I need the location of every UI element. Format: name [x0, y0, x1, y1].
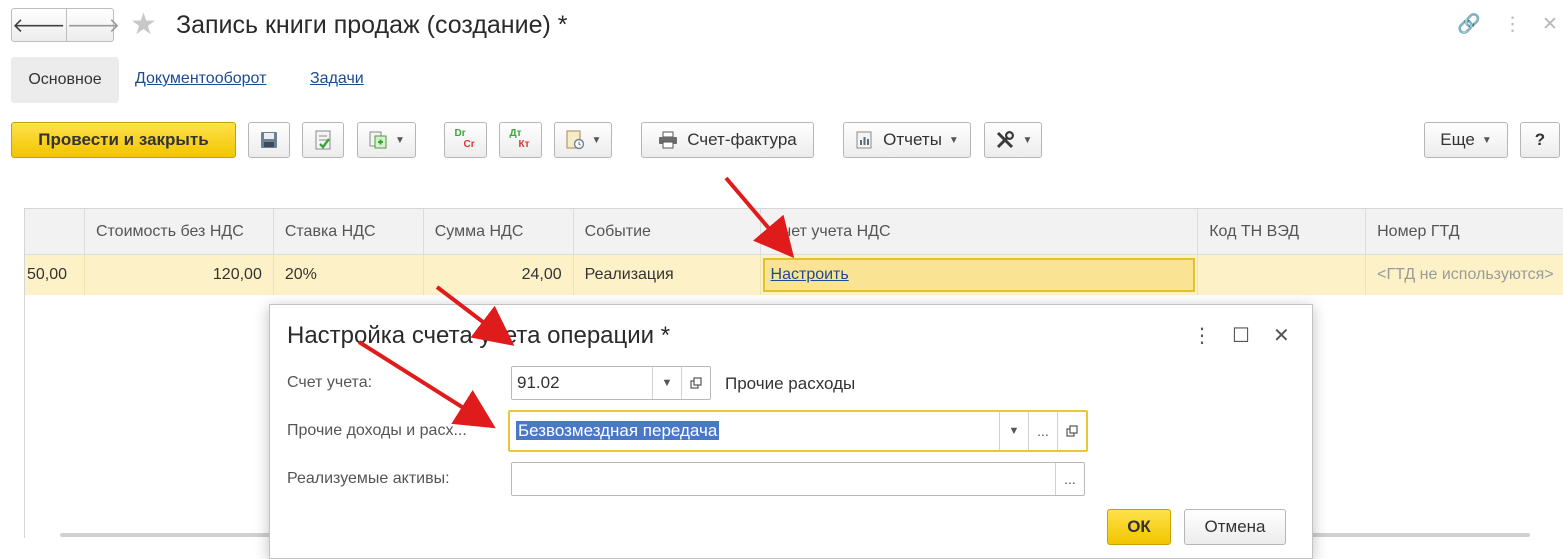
- dr-cr-button[interactable]: Dr Cr: [444, 122, 487, 158]
- cell-event[interactable]: Реализация: [574, 255, 761, 295]
- create-based-on-button[interactable]: ▼: [357, 122, 416, 158]
- other-income-field[interactable]: Безвозмездная передача ▼ ...: [508, 410, 1088, 452]
- header-vat-account[interactable]: Счет учета НДС: [761, 209, 1199, 255]
- window-title: Запись книги продаж (создание) *: [176, 11, 568, 39]
- tab-docflow[interactable]: Документооборот: [135, 70, 266, 88]
- table-header: Стоимость без НДС Ставка НДС Сумма НДС С…: [25, 209, 1563, 255]
- open-window-icon: [1066, 425, 1078, 437]
- more-actions-label: Еще: [1440, 130, 1475, 149]
- account-label: Счет учета:: [287, 374, 373, 391]
- cell-gtd[interactable]: <ГТД не используются>: [1366, 255, 1563, 295]
- open-icon[interactable]: [681, 367, 710, 399]
- other-income-value: Безвозмездная передача: [516, 421, 720, 440]
- dt-label: Дт: [509, 128, 522, 139]
- open-icon[interactable]: [1057, 412, 1086, 450]
- post-document-icon: [315, 130, 331, 150]
- dialog-title: Настройка счета учета операции *: [287, 322, 671, 349]
- help-button[interactable]: ?: [1520, 122, 1560, 158]
- cell-vat-rate[interactable]: 20%: [274, 255, 424, 295]
- account-field[interactable]: 91.02 ▼: [511, 366, 711, 400]
- close-window-icon[interactable]: ✕: [1542, 10, 1558, 40]
- more-options-icon[interactable]: ⋮: [1503, 10, 1522, 40]
- reports-button[interactable]: Отчеты ▼: [843, 122, 971, 158]
- other-income-label: Прочие доходы и расх...: [287, 422, 467, 439]
- ok-button[interactable]: ОК: [1107, 509, 1171, 545]
- tools-button[interactable]: ▼: [984, 122, 1042, 158]
- select-ellipsis-button[interactable]: ...: [1028, 412, 1057, 450]
- forward-arrow-icon[interactable]: 🡒: [65, 9, 120, 41]
- dropdown-caret-icon[interactable]: ▼: [999, 412, 1028, 450]
- dr-label: Dr: [454, 128, 466, 139]
- configure-link[interactable]: Настроить: [761, 266, 849, 284]
- table-row[interactable]: 50,00 120,00 20% 24,00 Реализация Настро…: [25, 255, 1563, 295]
- more-actions-button[interactable]: Еще ▼: [1424, 122, 1508, 158]
- tab-main[interactable]: Основное: [11, 57, 119, 103]
- history-nav: 🡐 🡒: [11, 8, 120, 42]
- header-gtd[interactable]: Номер ГТД: [1366, 209, 1563, 255]
- assets-field[interactable]: ...: [511, 462, 1085, 496]
- dropdown-caret-icon: ▼: [591, 134, 602, 146]
- account-settings-dialog: Настройка счета учета операции * ⋮ ☐ ✕ С…: [269, 304, 1313, 559]
- header-vat-amount[interactable]: Сумма НДС: [424, 209, 574, 255]
- save-disk-icon: [261, 132, 277, 148]
- dialog-maximize-icon[interactable]: ☐: [1232, 323, 1250, 349]
- related-documents-icon: [566, 130, 584, 150]
- back-arrow-icon[interactable]: 🡐: [12, 9, 66, 41]
- invoice-button-label: Счет-фактура: [687, 130, 797, 149]
- dropdown-caret-icon[interactable]: ▼: [652, 367, 681, 399]
- create-based-on-icon: [369, 131, 387, 149]
- dt-kt-button[interactable]: Дт Кт: [499, 122, 542, 158]
- post-and-close-button[interactable]: Провести и закрыть: [11, 122, 236, 158]
- tools-icon: [996, 130, 1014, 149]
- kt-label: Кт: [518, 139, 530, 150]
- cell-vat-amount[interactable]: 24,00: [424, 255, 574, 295]
- cell-cost[interactable]: 120,00: [85, 255, 274, 295]
- cell-vat-account[interactable]: Настроить: [761, 255, 1199, 295]
- open-window-icon: [690, 377, 702, 389]
- dialog-more-icon[interactable]: ⋮: [1192, 323, 1212, 349]
- header-cost[interactable]: Стоимость без НДС: [85, 209, 274, 255]
- reports-icon: [856, 131, 872, 149]
- dropdown-caret-icon: ▼: [1481, 134, 1492, 146]
- printer-icon: [659, 131, 678, 149]
- account-value: 91.02: [517, 373, 560, 392]
- dropdown-caret-icon: ▼: [948, 134, 959, 146]
- cancel-button[interactable]: Отмена: [1184, 509, 1286, 545]
- cr-label: Cr: [463, 139, 475, 150]
- select-ellipsis-button[interactable]: ...: [1055, 463, 1084, 495]
- tab-tasks[interactable]: Задачи: [310, 70, 364, 88]
- dr-cr-icon: Dr Cr: [453, 128, 479, 152]
- assets-label: Реализуемые активы:: [287, 470, 450, 487]
- header-vat-rate[interactable]: Ставка НДС: [274, 209, 424, 255]
- cell-tn-ved[interactable]: [1198, 255, 1367, 295]
- header-cell-partial: [25, 209, 85, 255]
- dialog-close-icon[interactable]: ✕: [1273, 323, 1290, 349]
- dt-kt-icon: Дт Кт: [508, 128, 534, 152]
- account-name: Прочие расходы: [725, 374, 856, 393]
- header-event[interactable]: Событие: [574, 209, 761, 255]
- cell-partial[interactable]: 50,00: [25, 255, 85, 295]
- post-document-button[interactable]: [302, 122, 344, 158]
- dropdown-caret-icon: ▼: [395, 134, 405, 146]
- save-button[interactable]: [248, 122, 290, 158]
- related-documents-button[interactable]: ▼: [554, 122, 612, 158]
- link-icon[interactable]: 🔗: [1457, 10, 1481, 40]
- dropdown-caret-icon: ▼: [1022, 134, 1033, 146]
- invoice-button[interactable]: Счет-фактура: [641, 122, 814, 158]
- header-tn-ved[interactable]: Код ТН ВЭД: [1198, 209, 1367, 255]
- favorite-star-icon[interactable]: ★: [130, 6, 157, 44]
- reports-button-label: Отчеты: [883, 130, 942, 149]
